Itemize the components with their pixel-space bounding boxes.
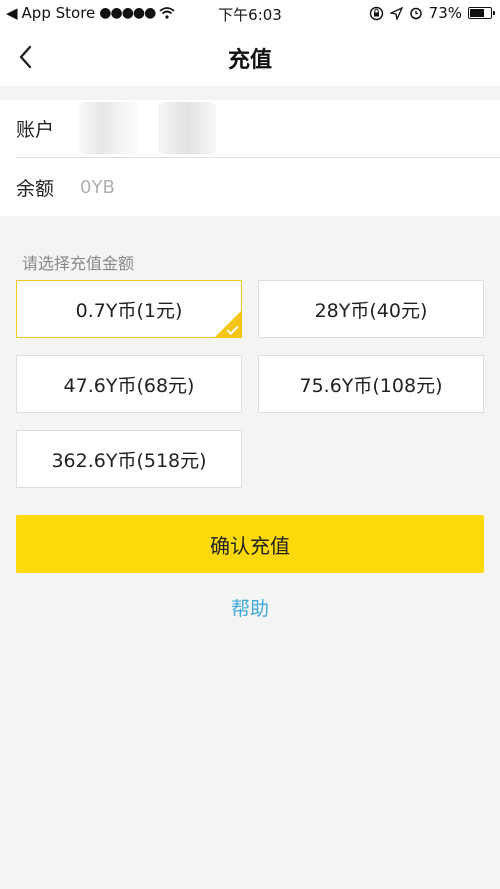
nav-bar: 充值 xyxy=(0,28,500,86)
status-right: 73% xyxy=(369,4,495,22)
page-title: 充值 xyxy=(227,48,272,73)
recharge-option-label: 0.7Y币(1元) xyxy=(75,299,183,322)
location-arrow-icon xyxy=(389,6,403,20)
recharge-option-5[interactable]: 362.6Y币(518元) xyxy=(16,430,242,488)
account-label: 账户 xyxy=(16,119,55,141)
balance-row: 余额 0YB xyxy=(16,158,500,216)
redacted-account-block xyxy=(78,102,138,154)
balance-label: 余额 xyxy=(16,177,55,200)
recharge-option-4[interactable]: 75.6Y币(108元) xyxy=(258,355,484,413)
recharge-option-2[interactable]: 28Y币(40元) xyxy=(258,280,484,338)
recharge-option-3[interactable]: 47.6Y币(68元) xyxy=(16,355,242,413)
account-row: 账户 xyxy=(16,100,500,158)
recharge-option-1[interactable]: 0.7Y币(1元) xyxy=(16,280,242,338)
alarm-clock-icon xyxy=(409,7,422,20)
recharge-option-label: 47.6Y币(68元) xyxy=(63,374,195,397)
battery-percentage: 73% xyxy=(428,4,462,22)
account-card: 账户 余额 0YB xyxy=(0,100,500,216)
battery-icon xyxy=(468,7,495,19)
balance-value: 0YB xyxy=(80,176,115,198)
confirm-recharge-button[interactable]: 确认充值 xyxy=(16,515,484,573)
recharge-option-label: 75.6Y币(108元) xyxy=(299,374,443,397)
recharge-option-label: 28Y币(40元) xyxy=(314,299,428,322)
status-bar: ◀ App Store ●●●●● 下午6:03 73% xyxy=(0,0,500,28)
amount-section-label: 请选择充值金额 xyxy=(22,254,135,273)
redacted-account-block xyxy=(158,102,216,154)
help-link[interactable]: 帮助 xyxy=(0,594,500,621)
rotation-lock-icon xyxy=(369,6,383,20)
recharge-option-label: 362.6Y币(518元) xyxy=(51,449,207,472)
